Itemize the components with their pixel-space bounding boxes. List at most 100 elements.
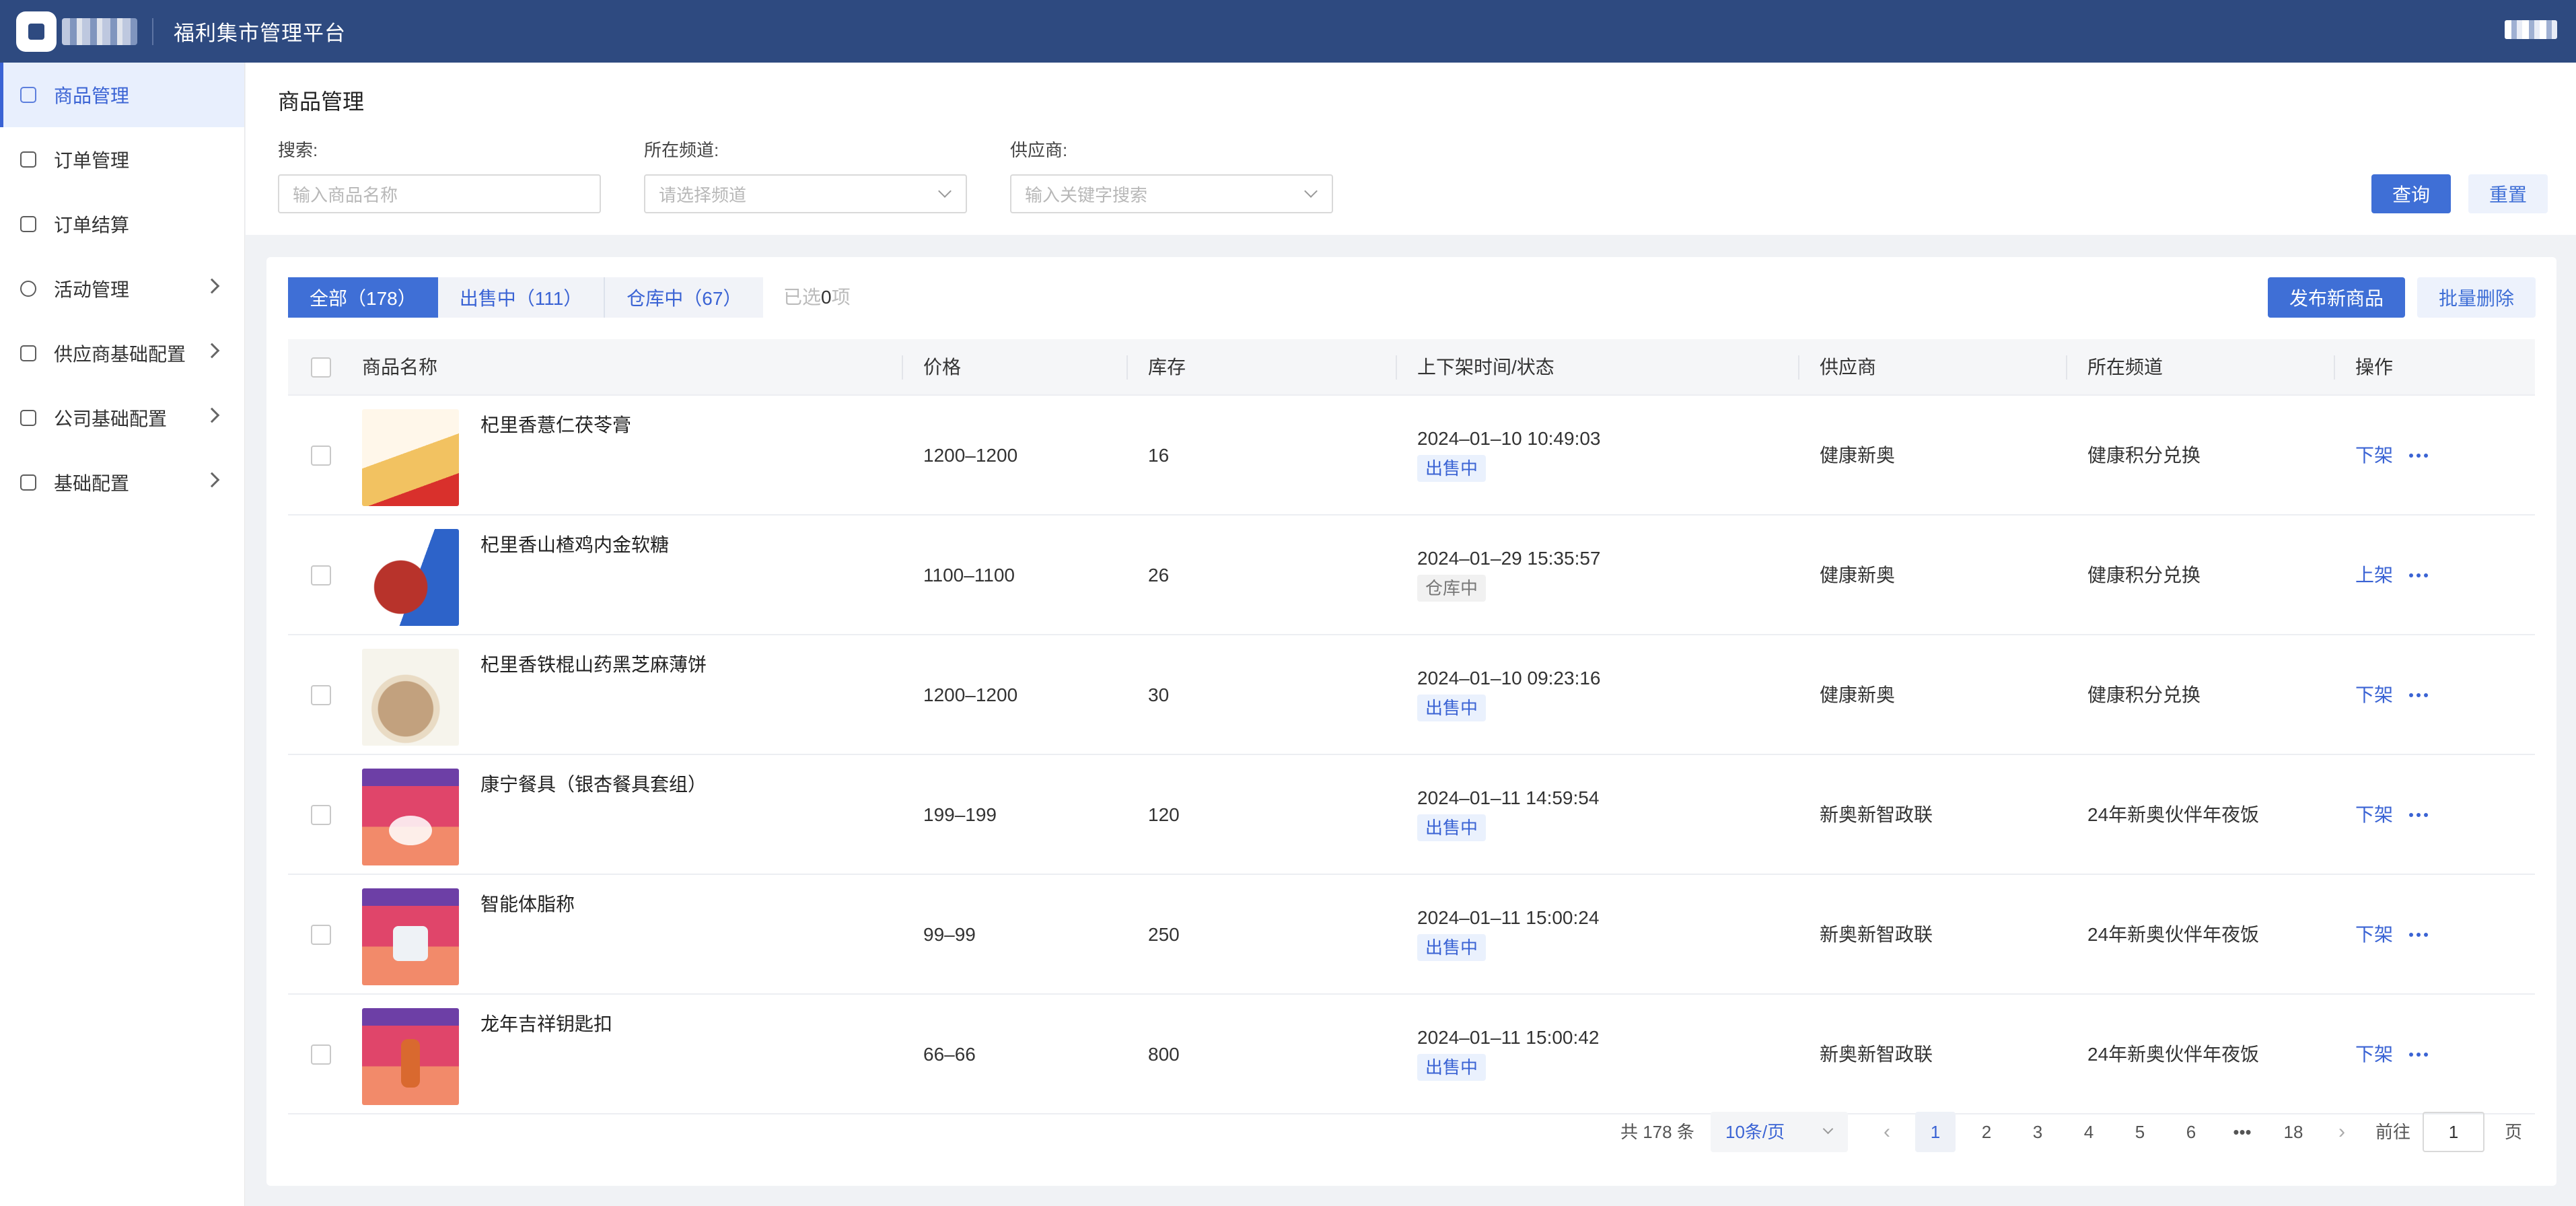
prev-page-icon[interactable]: ‹ xyxy=(1873,1112,1900,1152)
dot xyxy=(2417,933,2421,937)
sidebar-item-label: 供应商基础配置 xyxy=(54,344,186,365)
row-checkbox[interactable] xyxy=(311,805,331,825)
product-name[interactable]: 杞里香铁棍山药黑芝麻薄饼 xyxy=(480,650,707,677)
supplier-name: 健康新奥 xyxy=(1820,445,1896,466)
channel-name: 健康积分兑换 xyxy=(2087,445,2201,466)
page-number[interactable]: 1 xyxy=(1915,1112,1956,1152)
sidebar-item-label: 公司基础配置 xyxy=(54,409,168,429)
column-divider xyxy=(1126,355,1128,380)
sidebar-item-4[interactable]: 供应商基础配置 xyxy=(0,321,244,386)
dot xyxy=(2409,454,2413,458)
product-thumbnail[interactable] xyxy=(362,649,459,746)
channel-placeholder: 请选择频道 xyxy=(659,184,747,205)
toggle-shelf-link[interactable]: 下架 xyxy=(2355,396,2393,516)
status-badge: 仓库中 xyxy=(1417,575,1487,602)
tab-2[interactable]: 仓库中（67） xyxy=(604,277,764,318)
supplier-name: 新奥新智政联 xyxy=(1820,1044,1933,1065)
query-button[interactable]: 查询 xyxy=(2371,174,2451,213)
page-number[interactable]: 5 xyxy=(2120,1112,2160,1152)
product-stock: 16 xyxy=(1148,445,1170,466)
page-number[interactable]: 3 xyxy=(2017,1112,2058,1152)
chevron-down-icon xyxy=(938,184,952,198)
status-badge: 出售中 xyxy=(1417,695,1487,721)
more-actions-icon[interactable] xyxy=(2409,933,2428,937)
next-page-icon[interactable]: › xyxy=(2328,1112,2355,1152)
more-pages-icon[interactable]: ••• xyxy=(2222,1112,2262,1152)
product-price: 1200–1200 xyxy=(923,445,1018,466)
page-number[interactable]: 4 xyxy=(2069,1112,2109,1152)
row-checkbox[interactable] xyxy=(311,1044,331,1065)
sidebar-item-5[interactable]: 公司基础配置 xyxy=(0,386,244,450)
more-actions-icon[interactable] xyxy=(2409,813,2428,817)
batch-delete-button[interactable]: 批量删除 xyxy=(2417,277,2536,318)
sidebar-item-label: 活动管理 xyxy=(54,279,130,300)
product-price: 99–99 xyxy=(923,924,976,945)
price-header: 价格 xyxy=(923,357,962,378)
page-number[interactable]: 2 xyxy=(1966,1112,2007,1152)
product-stock: 26 xyxy=(1148,565,1170,586)
more-actions-icon[interactable] xyxy=(2409,1053,2428,1057)
row-checkbox[interactable] xyxy=(311,565,331,586)
toggle-shelf-link[interactable]: 下架 xyxy=(2355,995,2393,1114)
product-name[interactable]: 杞里香薏仁茯苓膏 xyxy=(480,411,631,437)
channel-select[interactable]: 请选择频道 xyxy=(644,174,967,213)
supplier-input[interactable]: 输入关键字搜索 xyxy=(1010,174,1333,213)
more-actions-icon[interactable] xyxy=(2409,693,2428,697)
table-row: 杞里香山楂鸡内金软糖 1100–1100 26 2024–01–29 15:35:57… xyxy=(288,516,2535,635)
company-logo[interactable] xyxy=(16,11,137,52)
column-divider xyxy=(902,355,903,380)
publish-product-button[interactable]: 发布新商品 xyxy=(2268,277,2405,318)
supplier-header: 供应商 xyxy=(1820,357,1877,378)
product-price: 66–66 xyxy=(923,1044,976,1065)
chevron-down-icon xyxy=(1304,184,1318,198)
search-input[interactable]: 输入商品名称 xyxy=(278,174,601,213)
product-thumbnail[interactable] xyxy=(362,1008,459,1105)
page-size-select[interactable]: 10条/页 xyxy=(1711,1112,1848,1152)
sidebar-item-label: 基础配置 xyxy=(54,473,130,494)
supplier-placeholder: 输入关键字搜索 xyxy=(1025,184,1148,205)
more-actions-icon[interactable] xyxy=(2409,573,2428,577)
select-all-checkbox[interactable] xyxy=(311,357,331,378)
page-number[interactable]: 6 xyxy=(2171,1112,2211,1152)
user-account-menu[interactable] xyxy=(2505,20,2557,39)
more-actions-icon[interactable] xyxy=(2409,454,2428,458)
product-name[interactable]: 康宁餐具（银杏餐具套组） xyxy=(480,770,707,797)
product-thumbnail[interactable] xyxy=(362,409,459,506)
sidebar-item-6[interactable]: 基础配置 xyxy=(0,450,244,515)
toggle-shelf-link[interactable]: 下架 xyxy=(2355,635,2393,755)
row-checkbox[interactable] xyxy=(311,925,331,945)
listing-time: 2024–01–10 09:23:16 xyxy=(1417,668,1601,688)
dot xyxy=(2409,813,2413,817)
sidebar-item-2[interactable]: 订单结算 xyxy=(0,192,244,256)
product-thumbnail[interactable] xyxy=(362,769,459,865)
listing-time: 2024–01–11 15:00:24 xyxy=(1417,907,1600,928)
product-name-header: 商品名称 xyxy=(362,357,438,378)
tab-1[interactable]: 出售中（111） xyxy=(437,277,604,318)
sidebar-item-3[interactable]: 活动管理 xyxy=(0,256,244,321)
gear-icon xyxy=(20,474,36,491)
row-checkbox[interactable] xyxy=(311,446,331,466)
toggle-shelf-link[interactable]: 下架 xyxy=(2355,755,2393,875)
supplier-name: 新奥新智政联 xyxy=(1820,924,1933,945)
filter-panel: 商品管理 搜索: 输入商品名称 所在频道: 请选择频道 供应商: 输入关键字搜索… xyxy=(246,63,2576,235)
product-name[interactable]: 杞里香山楂鸡内金软糖 xyxy=(480,530,669,557)
product-name[interactable]: 龙年吉祥钥匙扣 xyxy=(480,1009,612,1036)
toggle-shelf-link[interactable]: 上架 xyxy=(2355,516,2393,635)
status-badge: 出售中 xyxy=(1417,1054,1487,1081)
reset-button[interactable]: 重置 xyxy=(2468,174,2548,213)
sidebar-item-1[interactable]: 订单管理 xyxy=(0,127,244,192)
sidebar-item-0[interactable]: 商品管理 xyxy=(0,63,244,127)
tab-0[interactable]: 全部（178） xyxy=(288,277,438,318)
product-thumbnail[interactable] xyxy=(362,529,459,626)
goto-page-input[interactable]: 1 xyxy=(2423,1112,2484,1152)
toggle-shelf-link[interactable]: 下架 xyxy=(2355,875,2393,995)
product-thumbnail[interactable] xyxy=(362,888,459,985)
sidebar-item-label: 订单结算 xyxy=(54,215,130,236)
table-body: 杞里香薏仁茯苓膏 1200–1200 16 2024–01–10 10:49:03 出售… xyxy=(288,396,2535,1114)
stock-header: 库存 xyxy=(1148,357,1186,378)
dot xyxy=(2409,693,2413,697)
row-checkbox[interactable] xyxy=(311,685,331,705)
product-name[interactable]: 智能体脂称 xyxy=(480,890,575,917)
page-number[interactable]: 18 xyxy=(2273,1112,2314,1152)
dot xyxy=(2417,813,2421,817)
